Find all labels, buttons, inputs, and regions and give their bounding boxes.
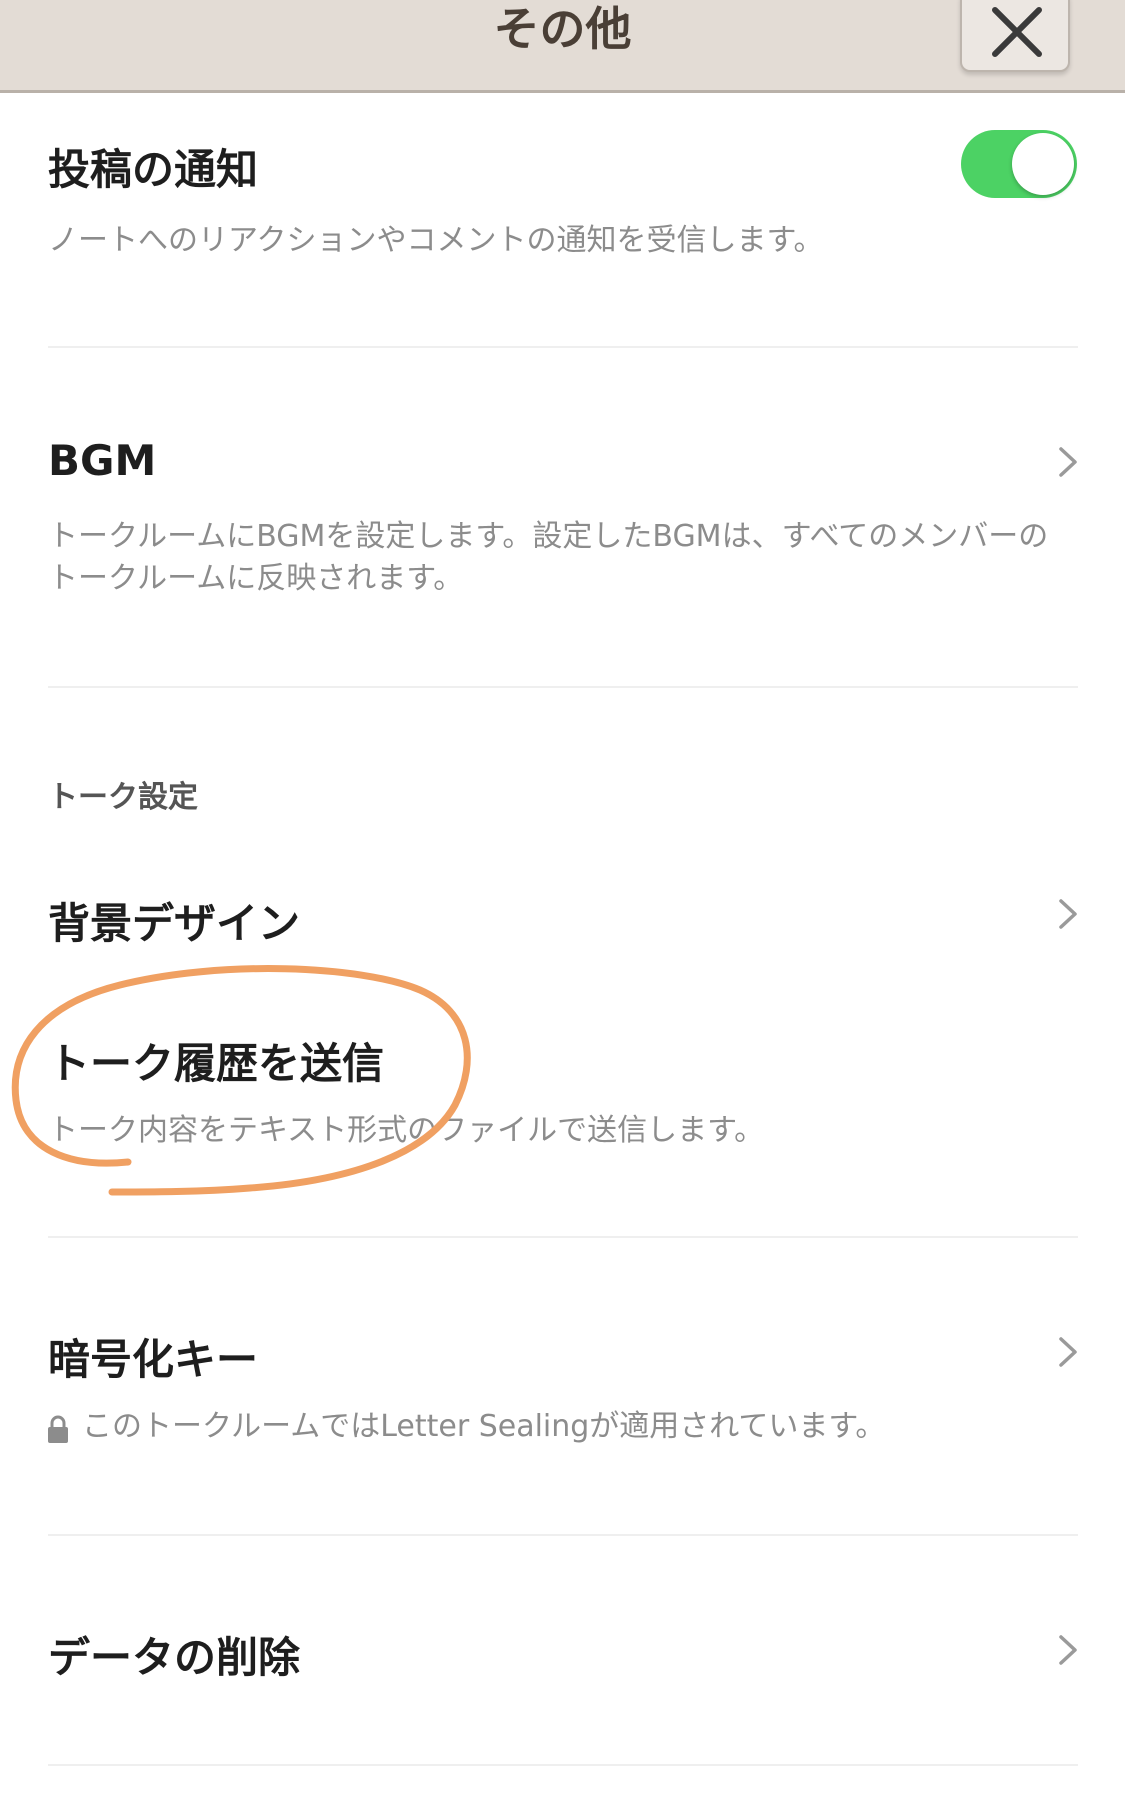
background-design-row[interactable]: 背景デザイン [0, 860, 1125, 970]
send-history-description: トーク内容をテキスト形式のファイルで送信します。 [48, 1113, 765, 1148]
delete-data-row[interactable]: データの削除 [0, 1536, 1125, 1768]
post-notification-title: 投稿の通知 [48, 145, 259, 194]
divider [48, 686, 1078, 688]
chevron-right-icon [1059, 899, 1077, 929]
send-history-title: トーク履歴を送信 [48, 1039, 385, 1088]
bgm-description: トークルームにBGMを設定します。設定したBGMは、すべてのメンバーのトークルー… [48, 519, 1049, 596]
divider [48, 1764, 1078, 1766]
send-history-row[interactable]: トーク履歴を送信 トーク内容をテキスト形式のファイルで送信します。 [0, 1000, 1125, 1240]
post-notification-toggle[interactable] [961, 130, 1077, 198]
chevron-right-icon [1059, 1337, 1077, 1367]
chevron-right-icon [1059, 1635, 1077, 1665]
settings-screen: その他 投稿の通知 ノートへのリアクションやコメントの通知を受信します。 BGM… [0, 0, 1125, 1805]
toggle-knob [1012, 133, 1074, 195]
post-notification-row: 投稿の通知 ノートへのリアクションやコメントの通知を受信します。 [0, 0, 1125, 350]
bgm-title: BGM [48, 436, 157, 485]
delete-data-title: データの削除 [48, 1633, 301, 1682]
bgm-row[interactable]: BGM トークルームにBGMを設定します。設定したBGMは、すべてのメンバーのト… [0, 348, 1125, 688]
background-design-title: 背景デザイン [48, 899, 301, 948]
encryption-key-description: このトークルームではLetter Sealingが適用されています。 [82, 1409, 886, 1444]
encryption-key-row[interactable]: 暗号化キー このトークルームではLetter Sealingが適用されています。 [0, 1238, 1125, 1538]
post-notification-description: ノートへのリアクションやコメントの通知を受信します。 [48, 223, 824, 258]
lock-icon [48, 1415, 68, 1443]
encryption-key-title: 暗号化キー [48, 1335, 259, 1384]
talk-settings-section-label: トーク設定 [48, 780, 198, 815]
chevron-right-icon [1059, 447, 1077, 477]
